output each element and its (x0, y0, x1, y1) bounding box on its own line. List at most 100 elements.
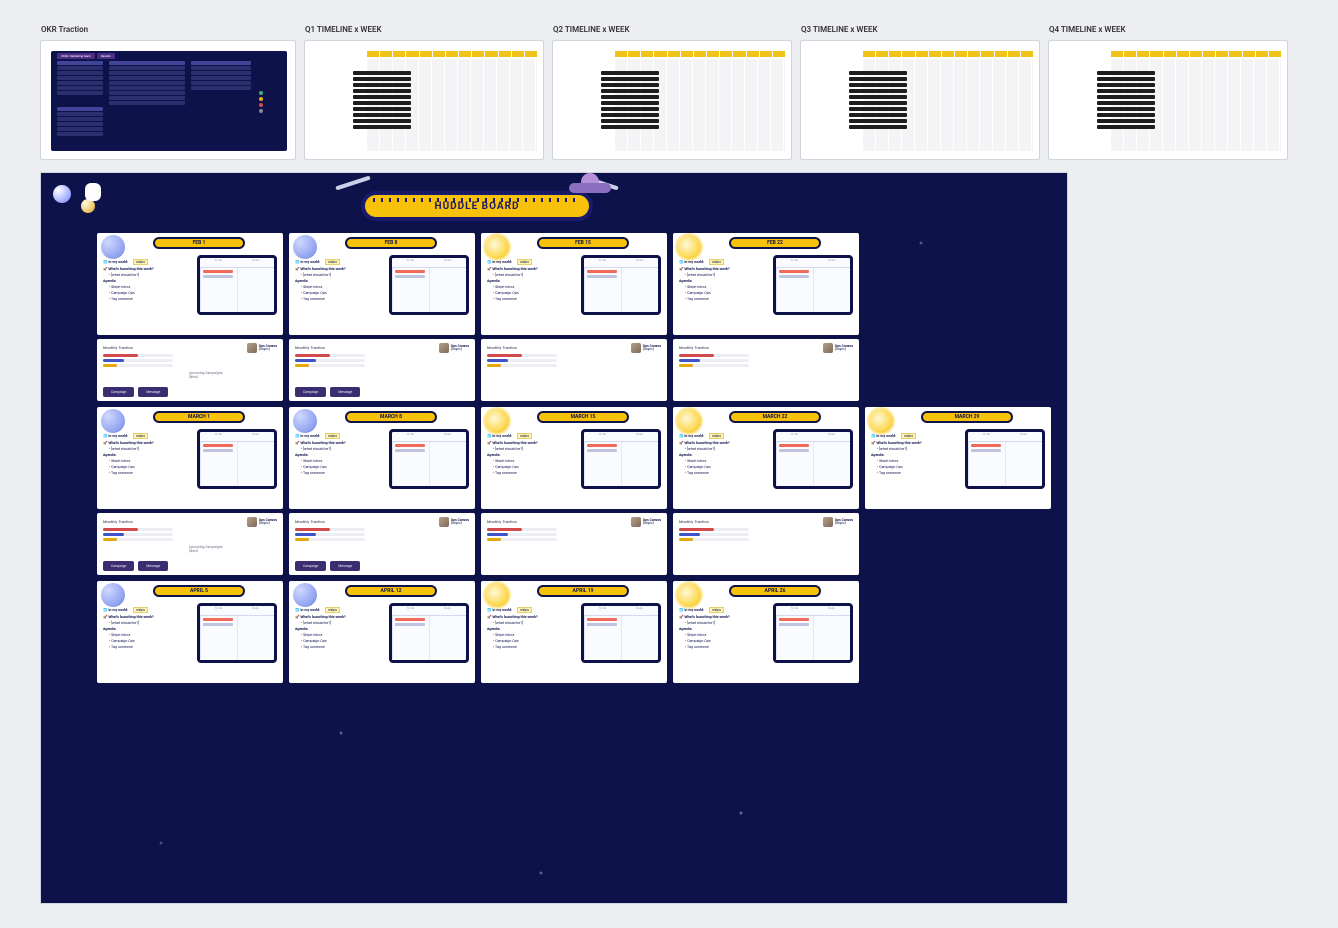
week-agenda-card[interactable]: APRIL 12 To doDone 🌐 In my world: status… (289, 581, 475, 683)
week-date-pill: MARCH 1 (153, 411, 245, 423)
sun-icon (677, 583, 701, 607)
huddle-board-title: HUDDLE BOARD (435, 201, 520, 212)
huddle-board-title-pill: HUDDLE BOARD (361, 191, 593, 221)
avatar-icon (439, 517, 449, 527)
frame-title: OKR Traction (41, 25, 88, 34)
frame-title: Q2 TIMELINE x WEEK (553, 25, 630, 34)
sun-icon (869, 409, 893, 433)
monthly-traction-card[interactable]: Monthly Traction Ops Convos[Async] (673, 339, 859, 401)
message-button[interactable]: Message (330, 561, 360, 571)
week-agenda-card[interactable]: FEB 8 To doDone 🌐 In my world: status 🚀 … (289, 233, 475, 335)
huddle-board-canvas[interactable]: HUDDLE BOARD FEB 1 To doDone 🌐 In my wor… (40, 172, 1068, 904)
q1-timeline-frame[interactable]: Q1 TIMELINE x WEEK (304, 40, 544, 160)
campaign-button[interactable]: Campaign (103, 387, 134, 397)
avatar-icon (631, 517, 641, 527)
week-agenda-card[interactable]: APRIL 19 To doDone 🌐 In my world: status… (481, 581, 667, 683)
week-agenda-card[interactable]: MARCH 15 To doDone 🌐 In my world: status… (481, 407, 667, 509)
agenda-body: 🌐 In my world: status 🚀 What's launching… (679, 607, 853, 679)
timeline-frames-strip: OKR Traction OKRs: Marketing team Result… (0, 0, 1338, 172)
avatar-icon (247, 343, 257, 353)
owner-chip[interactable]: Ops Convos[Async] (247, 343, 277, 353)
frame-title: Q4 TIMELINE x WEEK (1049, 25, 1126, 34)
agenda-body: 🌐 In my world: status 🚀 What's launching… (295, 433, 469, 505)
q4-timeline-frame[interactable]: Q4 TIMELINE x WEEK (1048, 40, 1288, 160)
agenda-body: 🌐 In my world: status 🚀 What's launching… (295, 259, 469, 331)
agenda-body: 🌐 In my world: status 🚀 What's launching… (487, 259, 661, 331)
week-agenda-card[interactable]: APRIL 26 To doDone 🌐 In my world: status… (673, 581, 859, 683)
avatar-icon (823, 343, 833, 353)
agenda-body: 🌐 In my world: status 🚀 What's launching… (295, 607, 469, 679)
traction-bars (679, 354, 853, 367)
avatar-icon (823, 517, 833, 527)
week-agenda-card[interactable]: MARCH 29 To doDone 🌐 In my world: status… (865, 407, 1051, 509)
message-button[interactable]: Message (138, 561, 168, 571)
agenda-body: 🌐 In my world: status 🚀 What's launching… (103, 433, 277, 505)
monthly-traction-card[interactable]: Monthly Traction Ops Convos[Async] (481, 513, 667, 575)
week-agenda-card[interactable]: MARCH 1 To doDone 🌐 In my world: status … (97, 407, 283, 509)
week-agenda-card[interactable]: APRIL 5 To doDone 🌐 In my world: status … (97, 581, 283, 683)
agenda-body: 🌐 In my world: status 🚀 What's launching… (103, 259, 277, 331)
agenda-body: 🌐 In my world: status 🚀 What's launching… (871, 433, 1045, 505)
owner-chip[interactable]: Ops Convos[Async] (247, 517, 277, 527)
week-agenda-card[interactable]: MARCH 8 To doDone 🌐 In my world: status … (289, 407, 475, 509)
planet-icon (101, 235, 125, 259)
sun-icon (677, 409, 701, 433)
traction-bars (103, 354, 277, 367)
owner-chip[interactable]: Ops Convos[Async] (823, 517, 853, 527)
planet-icon (101, 409, 125, 433)
monthly-traction-card[interactable]: Monthly Traction Ops Convos[Async] (673, 513, 859, 575)
monthly-traction-card[interactable]: Monthly Traction Ops Convos[Async] Upcom… (97, 513, 283, 575)
owner-chip[interactable]: Ops Convos[Async] (823, 343, 853, 353)
week-agenda-card[interactable]: FEB 22 To doDone 🌐 In my world: status 🚀… (673, 233, 859, 335)
week-agenda-card[interactable]: FEB 1 To doDone 🌐 In my world: status 🚀 … (97, 233, 283, 335)
sun-icon (485, 235, 509, 259)
agenda-body: 🌐 In my world: status 🚀 What's launching… (487, 607, 661, 679)
space-decor-icon (47, 179, 117, 223)
avatar-icon (247, 517, 257, 527)
okr-traction-frame[interactable]: OKR Traction OKRs: Marketing team Result… (40, 40, 296, 160)
campaign-button[interactable]: Campaign (295, 561, 326, 571)
okr-tab[interactable]: Results (97, 53, 115, 59)
monthly-traction-card[interactable]: Monthly Traction Ops Convos[Async] Campa… (289, 339, 475, 401)
campaign-button[interactable]: Campaign (295, 387, 326, 397)
traction-bars (295, 354, 469, 367)
campaign-button[interactable]: Campaign (103, 561, 134, 571)
week-agenda-card[interactable]: MARCH 22 To doDone 🌐 In my world: status… (673, 407, 859, 509)
frame-title: Q1 TIMELINE x WEEK (305, 25, 382, 34)
week-header (863, 51, 1033, 57)
planet-icon (101, 583, 125, 607)
okr-thumbnail: OKRs: Marketing team Results (51, 51, 287, 151)
owner-chip[interactable]: Ops Convos[Async] (631, 517, 661, 527)
message-button[interactable]: Message (138, 387, 168, 397)
agenda-body: 🌐 In my world: status 🚀 What's launching… (103, 607, 277, 679)
monthly-traction-card[interactable]: Monthly Traction Ops Convos[Async] Upcom… (97, 339, 283, 401)
agenda-body: 🌐 In my world: status 🚀 What's launching… (487, 433, 661, 505)
planet-icon (293, 583, 317, 607)
week-date-pill: FEB 8 (345, 237, 437, 249)
monthly-traction-card[interactable]: Monthly Traction Ops Convos[Async] Campa… (289, 513, 475, 575)
owner-chip[interactable]: Ops Convos[Async] (439, 343, 469, 353)
week-agenda-card[interactable]: FEB 15 To doDone 🌐 In my world: status 🚀… (481, 233, 667, 335)
okr-legend (259, 91, 263, 113)
week-date-pill: APRIL 19 (537, 585, 629, 597)
sun-icon (485, 583, 509, 607)
message-button[interactable]: Message (330, 387, 360, 397)
frame-title: Q3 TIMELINE x WEEK (801, 25, 878, 34)
week-date-pill: FEB 22 (729, 237, 821, 249)
traction-bars (487, 354, 661, 367)
monthly-traction-card[interactable]: Monthly Traction Ops Convos[Async] (481, 339, 667, 401)
okr-tab[interactable]: OKRs: Marketing team (57, 53, 95, 59)
agenda-body: 🌐 In my world: status 🚀 What's launching… (679, 259, 853, 331)
week-date-pill: FEB 15 (537, 237, 629, 249)
week-date-pill: MARCH 29 (921, 411, 1013, 423)
avatar-icon (439, 343, 449, 353)
q2-timeline-frame[interactable]: Q2 TIMELINE x WEEK (552, 40, 792, 160)
sun-icon (485, 409, 509, 433)
week-date-pill: MARCH 22 (729, 411, 821, 423)
owner-chip[interactable]: Ops Convos[Async] (439, 517, 469, 527)
q3-timeline-frame[interactable]: Q3 TIMELINE x WEEK (800, 40, 1040, 160)
agenda-body: 🌐 In my world: status 🚀 What's launching… (679, 433, 853, 505)
week-date-pill: APRIL 12 (345, 585, 437, 597)
owner-chip[interactable]: Ops Convos[Async] (631, 343, 661, 353)
week-header (615, 51, 785, 57)
